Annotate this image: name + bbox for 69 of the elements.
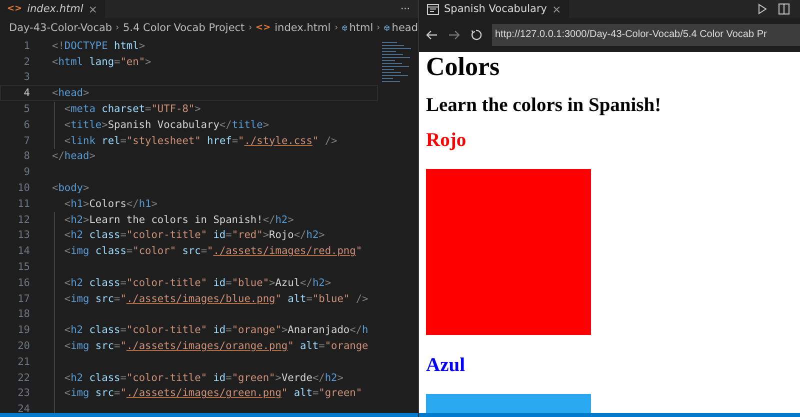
breadcrumb-item[interactable]: 5.4 Color Vocab Project <box>122 22 245 34</box>
chevron-icon <box>377 23 380 32</box>
line-number: 4 <box>22 87 30 100</box>
code-line: <h2 class="color-title" id="orange">Anaranjado</h <box>63 324 368 336</box>
line-number: 16 <box>16 276 30 289</box>
code-line: <h1>Colors</h1> <box>63 198 158 210</box>
page-subheading: Learn the colors in Spanish! <box>426 95 662 117</box>
line-number: 9 <box>22 166 30 178</box>
breadcrumb-item[interactable]: Day-43-Color-Vocab <box>9 22 112 34</box>
more-actions-icon[interactable]: ··· <box>400 4 410 14</box>
code-line: <!DOCTYPE html> <box>52 40 146 52</box>
line-number: 7 <box>22 134 30 147</box>
line-number: 8 <box>22 150 30 162</box>
code-line: <h2 class="color-title" id="green">Verde</h2> <box>63 372 344 384</box>
close-icon[interactable]: × <box>552 2 562 16</box>
code-line: <img src="./assets/images/blue.png" alt="blue" /> <box>63 292 368 305</box>
split-editor-icon[interactable] <box>778 3 790 15</box>
line-number: 14 <box>16 245 30 258</box>
chevron-icon <box>116 23 119 32</box>
chevron-icon <box>334 23 338 32</box>
code-line: <head> <box>52 87 90 100</box>
line-number: 21 <box>16 356 30 368</box>
chevron-icon <box>248 23 252 32</box>
page-heading: Colors <box>426 53 501 81</box>
color-title: Rojo <box>426 130 468 152</box>
line-number: 5 <box>22 102 30 115</box>
line-number: 15 <box>16 260 30 273</box>
code-line: <img src="./assets/images/orange.png" alt="orange <box>63 340 368 352</box>
preview-tab[interactable]: Spanish Vocabulary × <box>419 0 570 18</box>
run-icon[interactable] <box>756 3 768 15</box>
color-title: Azul <box>426 355 466 377</box>
editor-tab[interactable]: <> index.html × <box>0 0 106 18</box>
breadcrumb-item[interactable]: index.html <box>274 22 331 34</box>
line-number: 20 <box>16 340 30 352</box>
forward-icon[interactable] <box>448 30 460 40</box>
code-line: <img class="color" src="./assets/images/red.png" <box>63 245 362 258</box>
code-line: </head> <box>52 150 96 162</box>
line-number: 11 <box>16 198 30 210</box>
line-number: 2 <box>22 56 30 68</box>
code-line: <meta charset="UTF-8"> <box>63 102 201 115</box>
line-number: 17 <box>16 292 30 305</box>
breadcrumb-item[interactable]: head <box>392 22 418 34</box>
breadcrumb-item[interactable]: html <box>349 22 374 34</box>
line-number: 18 <box>16 308 30 320</box>
line-number: 6 <box>22 118 30 131</box>
html-file-icon: <> <box>256 22 271 33</box>
line-number: 22 <box>16 372 30 384</box>
code-line: <h2 class="color-title" id="red">Rojo</h2> <box>63 229 325 242</box>
reload-icon[interactable] <box>470 29 482 41</box>
line-number: 3 <box>22 71 30 84</box>
close-icon[interactable]: × <box>88 2 98 16</box>
html-file-icon: <> <box>7 4 22 14</box>
code-line: <img src="./assets/images/green.png" alt="green" <box>63 387 362 400</box>
line-number: 23 <box>16 387 30 400</box>
code-line: <body> <box>52 182 90 194</box>
code-line: <link rel="stylesheet" href="./style.css" /> <box>63 134 338 147</box>
line-number: 19 <box>16 324 30 336</box>
code-line: <title>Spanish Vocabulary</title> <box>63 118 270 131</box>
line-number: 13 <box>16 229 30 242</box>
code-line: <h2 class="color-title" id="blue">Azul</h2> <box>63 276 332 289</box>
line-number: 10 <box>16 182 30 194</box>
code-line: <h2>Learn the colors in Spanish!</h2> <box>63 214 294 226</box>
code-line: <html lang="en"> <box>52 56 152 68</box>
back-icon[interactable] <box>426 30 438 40</box>
browser-icon <box>427 4 439 14</box>
line-number: 24 <box>16 403 30 416</box>
line-number: 1 <box>22 40 30 52</box>
line-number: 12 <box>16 214 30 226</box>
address-field[interactable]: http://127.0.0.1:3000/Day-43-Color-Vocab/5.4 Color Vocab Pr <box>492 24 800 46</box>
